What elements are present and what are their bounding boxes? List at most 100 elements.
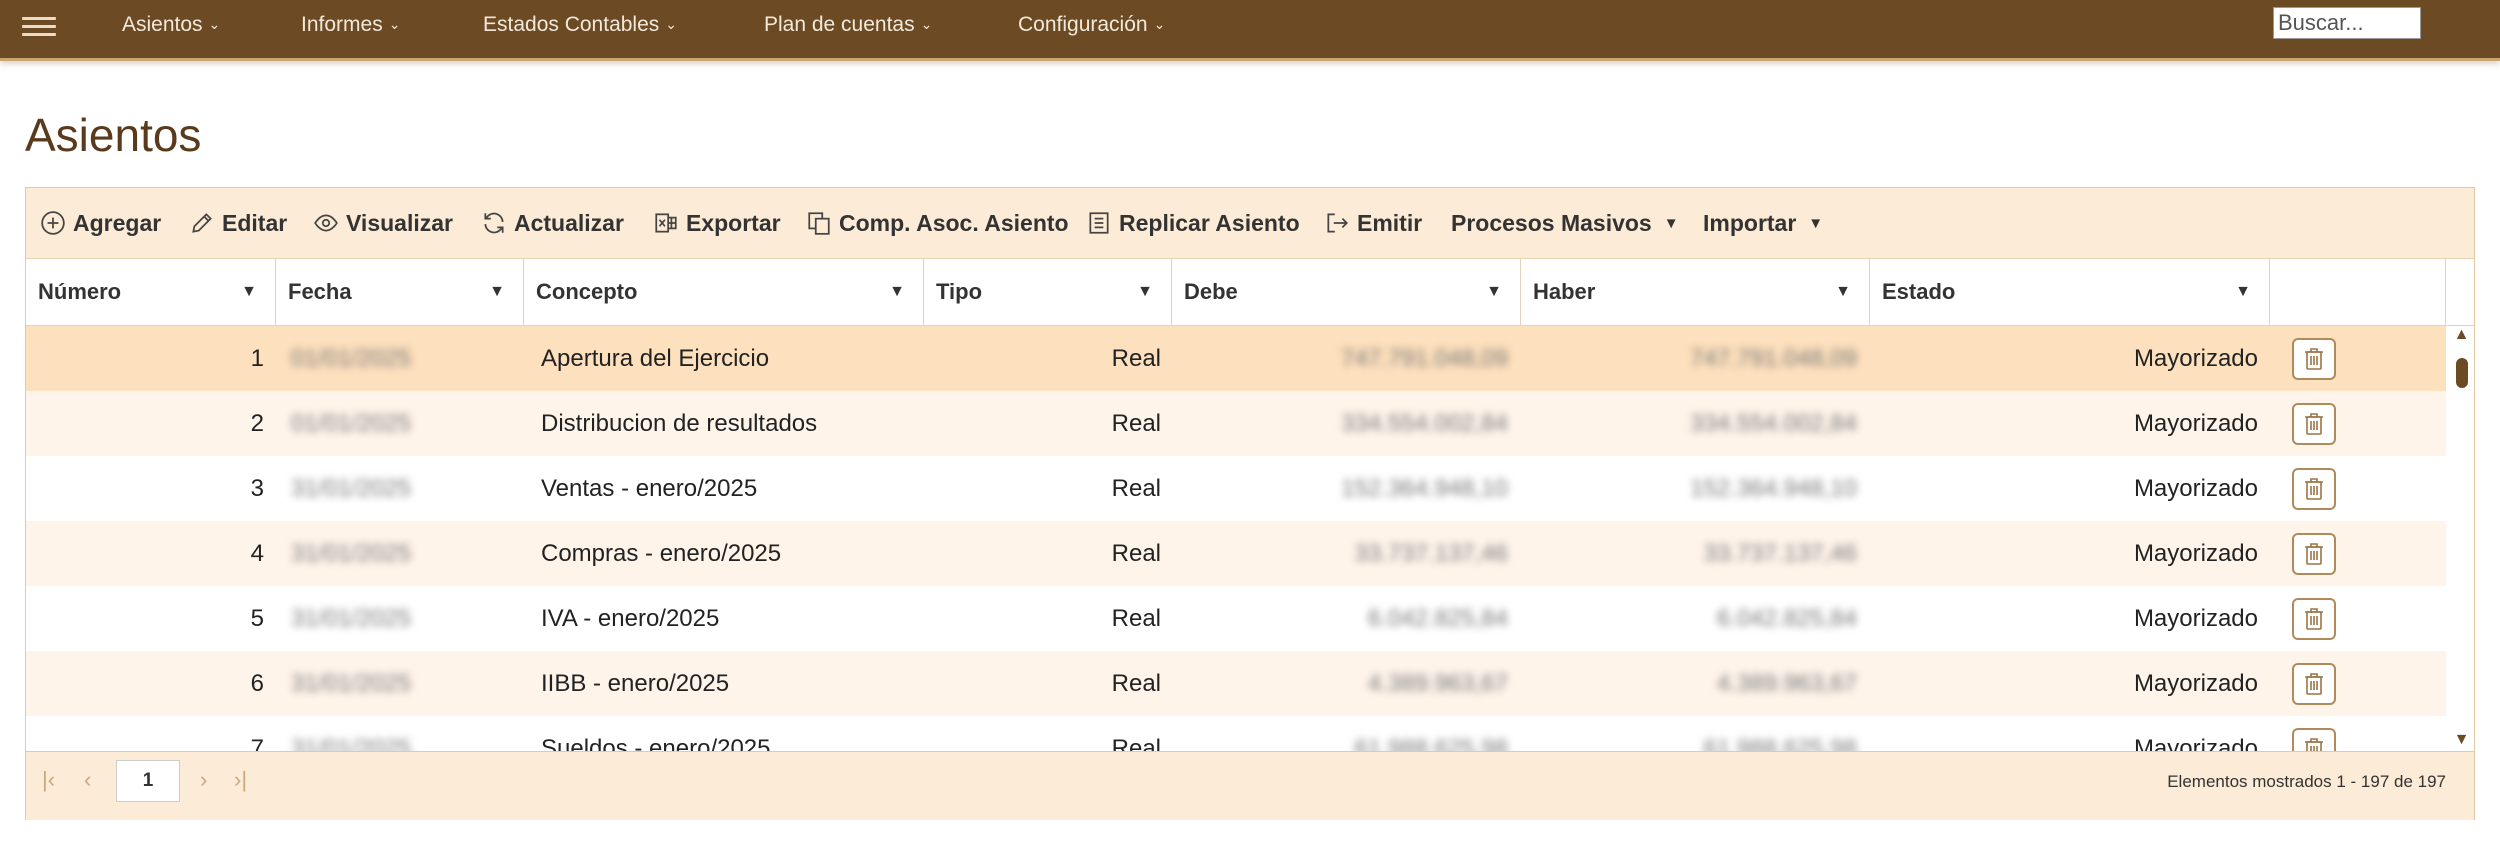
delete-button[interactable] xyxy=(2292,468,2336,510)
search-input[interactable] xyxy=(2273,7,2421,39)
cell-fecha: 01/01/2025 xyxy=(291,344,412,372)
add-button[interactable]: Agregar xyxy=(40,206,161,240)
pager-info: Elementos mostrados 1 - 197 de 197 xyxy=(2167,772,2446,791)
delete-button[interactable] xyxy=(2292,728,2336,751)
eye-icon xyxy=(314,214,338,232)
trash-icon xyxy=(2305,738,2323,751)
table-row[interactable]: 3 31/01/2025 Ventas - enero/2025 Real 152.36… xyxy=(26,456,2446,521)
page-number-input[interactable] xyxy=(116,760,180,802)
nav-item-estados-contables[interactable]: Estados Contables ⌄ xyxy=(483,13,677,37)
hamburger-menu-icon[interactable] xyxy=(22,12,56,42)
cell-tipo: Real xyxy=(1111,409,1161,437)
column-header-concepto[interactable]: Concepto ▼ xyxy=(524,259,924,325)
cell-numero: 4 xyxy=(250,539,264,567)
delete-button[interactable] xyxy=(2292,338,2336,380)
caret-down-icon: ▼ xyxy=(1808,214,1824,232)
caret-down-icon: ▼ xyxy=(1663,214,1679,232)
trash-icon xyxy=(2305,673,2323,695)
cell-debe: 61.988.625,98 xyxy=(1354,734,1508,752)
scroll-down-icon[interactable]: ▼ xyxy=(2449,731,2474,749)
chevron-down-icon: ⌄ xyxy=(920,16,933,32)
delete-button[interactable] xyxy=(2292,533,2336,575)
emit-button[interactable]: Emitir xyxy=(1324,206,1422,240)
cell-numero: 7 xyxy=(250,734,264,752)
cell-tipo: Real xyxy=(1111,474,1161,502)
cell-fecha: 31/01/2025 xyxy=(291,474,412,502)
bulk-processes-dropdown[interactable]: Procesos Masivos ▼ xyxy=(1451,206,1679,240)
refresh-icon xyxy=(484,212,504,234)
pager: |‹ ‹ › ›| Elementos mostrados 1 - 197 de… xyxy=(26,751,2474,820)
column-header-estado[interactable]: Estado ▼ xyxy=(1870,259,2270,325)
cell-fecha: 31/01/2025 xyxy=(291,734,412,752)
last-page-icon[interactable]: ›| xyxy=(234,767,247,793)
cell-estado: Mayorizado xyxy=(2133,474,2258,502)
cell-estado: Mayorizado xyxy=(2133,669,2258,697)
cell-haber: 4.389.963,67 xyxy=(1716,669,1857,697)
caret-down-icon[interactable]: ▼ xyxy=(241,283,257,301)
chevron-down-icon: ⌄ xyxy=(665,16,678,32)
caret-down-icon[interactable]: ▼ xyxy=(2235,283,2251,301)
cell-debe: 6.042.825,84 xyxy=(1367,604,1508,632)
caret-down-icon[interactable]: ▼ xyxy=(889,283,905,301)
nav-item-configuracion[interactable]: Configuración ⌄ xyxy=(1018,13,1165,37)
column-header-haber[interactable]: Haber ▼ xyxy=(1521,259,1870,325)
page-title: Asientos xyxy=(25,109,202,161)
column-header-tipo[interactable]: Tipo ▼ xyxy=(924,259,1172,325)
table-row[interactable]: 4 31/01/2025 Compras - enero/2025 Real 33.73… xyxy=(26,521,2446,586)
nav-item-informes[interactable]: Informes ⌄ xyxy=(301,13,400,37)
table-row[interactable]: 1 01/01/2025 Apertura del Ejercicio Real 747… xyxy=(26,326,2446,391)
cell-numero: 6 xyxy=(250,669,264,697)
trash-icon xyxy=(2305,413,2323,435)
caret-down-icon[interactable]: ▼ xyxy=(489,283,505,301)
edit-button[interactable]: Editar xyxy=(189,206,287,240)
vertical-scrollbar[interactable]: ▲ ▼ xyxy=(2449,326,2474,751)
cell-estado: Mayorizado xyxy=(2133,344,2258,372)
cell-concepto: IIBB - enero/2025 xyxy=(541,669,730,697)
cell-tipo: Real xyxy=(1111,734,1161,752)
cell-debe: 334.554.002,84 xyxy=(1341,409,1508,437)
refresh-button[interactable]: Actualizar xyxy=(481,206,624,240)
delete-button[interactable] xyxy=(2292,403,2336,445)
import-dropdown[interactable]: Importar ▼ xyxy=(1703,206,1823,240)
comp-asoc-asiento-button[interactable]: Comp. Asoc. Asiento xyxy=(806,206,1069,240)
cell-haber: 61.988.625,98 xyxy=(1703,734,1857,752)
cell-tipo: Real xyxy=(1111,669,1161,697)
trash-icon xyxy=(2305,543,2323,565)
column-header-debe[interactable]: Debe ▼ xyxy=(1172,259,1521,325)
column-header-fecha[interactable]: Fecha ▼ xyxy=(276,259,524,325)
grid-toolbar: Agregar Editar Visualizar Actualizar Exp… xyxy=(26,188,2474,259)
export-button[interactable]: Exportar xyxy=(653,206,781,240)
previous-page-icon[interactable]: ‹ xyxy=(84,767,91,793)
cell-debe: 152.364.948,10 xyxy=(1341,474,1508,502)
cell-numero: 2 xyxy=(250,409,264,437)
column-header-numero[interactable]: Número ▼ xyxy=(26,259,276,325)
caret-down-icon[interactable]: ▼ xyxy=(1486,283,1502,301)
table-row[interactable]: 6 31/01/2025 IIBB - enero/2025 Real 4.389.96… xyxy=(26,651,2446,716)
plus-circle-icon xyxy=(41,211,65,235)
scrollbar-thumb[interactable] xyxy=(2456,358,2468,388)
delete-button[interactable] xyxy=(2292,663,2336,705)
replicate-asiento-button[interactable]: Replicar Asiento xyxy=(1086,206,1300,240)
nav-item-plan-de-cuentas[interactable]: Plan de cuentas ⌄ xyxy=(764,13,932,37)
view-button[interactable]: Visualizar xyxy=(313,206,453,240)
top-nav-bar: Asientos ⌄ Informes ⌄ Estados Contables ⌄ P… xyxy=(0,0,2500,61)
cell-fecha: 31/01/2025 xyxy=(291,604,412,632)
scroll-up-icon[interactable]: ▲ xyxy=(2449,326,2474,344)
table-row[interactable]: 5 31/01/2025 IVA - enero/2025 Real 6.042.825… xyxy=(26,586,2446,651)
cell-estado: Mayorizado xyxy=(2133,604,2258,632)
grid-header: Número ▼ Fecha ▼ Concepto ▼ Tipo ▼ Debe ▼ Hab… xyxy=(26,259,2474,326)
cell-fecha: 01/01/2025 xyxy=(291,409,412,437)
cell-haber: 152.364.948,10 xyxy=(1690,474,1857,502)
table-row[interactable]: 7 31/01/2025 Sueldos - enero/2025 Real 61.98… xyxy=(26,716,2446,751)
nav-item-asientos[interactable]: Asientos ⌄ xyxy=(122,13,220,37)
cell-concepto: Sueldos - enero/2025 xyxy=(541,734,771,752)
table-row[interactable]: 2 01/01/2025 Distribucion de resultados Rea… xyxy=(26,391,2446,456)
trash-icon xyxy=(2305,608,2323,630)
first-page-icon[interactable]: |‹ xyxy=(42,767,55,793)
cell-concepto: Distribucion de resultados xyxy=(541,409,818,437)
next-page-icon[interactable]: › xyxy=(200,767,207,793)
caret-down-icon[interactable]: ▼ xyxy=(1835,283,1851,301)
delete-button[interactable] xyxy=(2292,598,2336,640)
caret-down-icon[interactable]: ▼ xyxy=(1137,283,1153,301)
cell-numero: 5 xyxy=(250,604,264,632)
